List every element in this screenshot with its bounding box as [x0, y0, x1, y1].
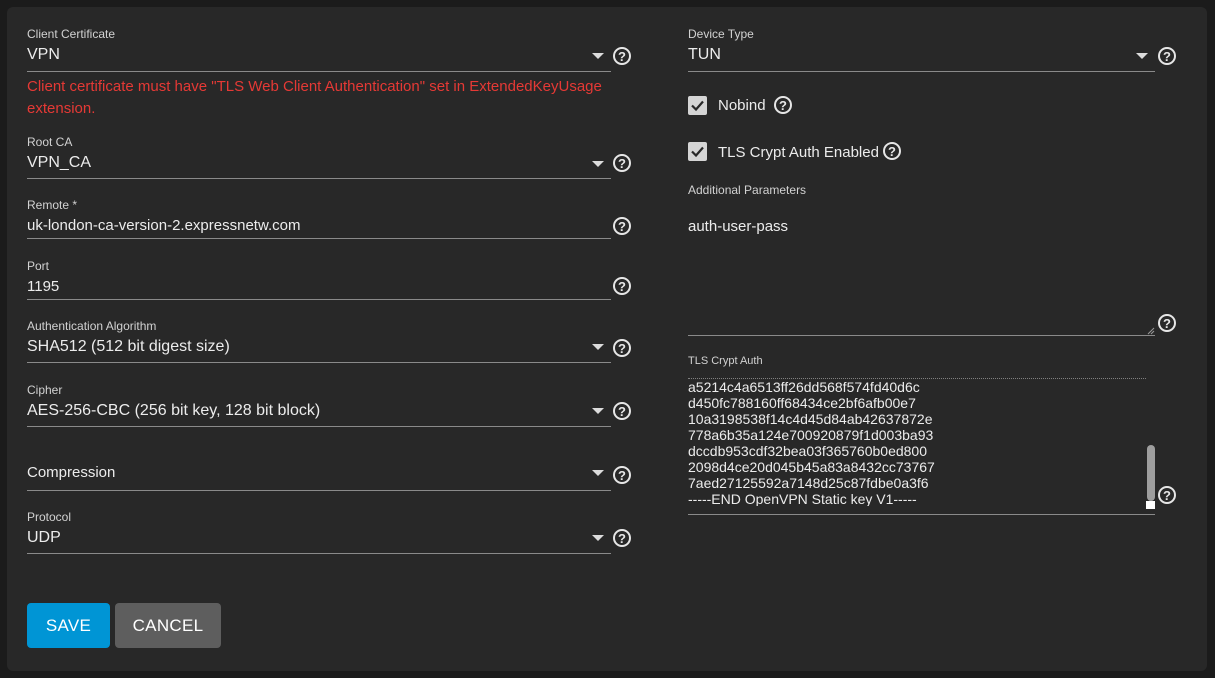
cipher-underline: [27, 426, 611, 427]
auth-algorithm-underline: [27, 362, 611, 363]
cipher-label: Cipher: [27, 383, 63, 397]
tls-crypt-auth-content: a5214c4a6513ff26dd568f574fd40d6c d450fc7…: [688, 367, 1146, 506]
tls-crypt-auth-textarea[interactable]: TLS Crypt Auth a5214c4a6513ff26dd568f574…: [688, 355, 1156, 515]
compression-select[interactable]: Compression: [27, 457, 612, 493]
key-line: -----END OpenVPN Static key V1-----: [688, 491, 917, 506]
remote-underline: [27, 238, 611, 239]
resize-handle-icon[interactable]: [1146, 501, 1155, 509]
key-line: d450fc788160ff68434ce2bf6afb00e7: [688, 395, 916, 411]
key-line: a5214c4a6513ff26dd568f574fd40d6c: [688, 379, 920, 395]
tls-crypt-auth-underline: [688, 514, 1155, 515]
checkmark-icon: [691, 100, 704, 112]
scrollbar-thumb[interactable]: [1147, 445, 1155, 501]
key-line: 778a6b35a124e700920879f1d003ba93: [688, 427, 934, 443]
remote-value: uk-london-ca-version-2.expressnetw.com: [27, 217, 301, 234]
key-line: 2098d4ce20d045b45a83a8432cc73767: [688, 459, 935, 475]
port-label: Port: [27, 259, 50, 273]
vpn-settings-card: Client Certificate VPN ? Client certific…: [7, 7, 1207, 671]
port-input[interactable]: Port 1195: [27, 259, 612, 303]
chevron-down-icon: [592, 470, 604, 476]
root-ca-value: VPN_CA: [27, 154, 92, 171]
tls-crypt-auth-enabled-checkbox[interactable]: [688, 142, 707, 161]
protocol-select[interactable]: Protocol UDP: [27, 510, 612, 556]
nobind-checkbox[interactable]: [688, 96, 707, 115]
tls-crypt-auth-enabled-label: TLS Crypt Auth Enabled: [718, 144, 879, 161]
key-line: 7aed27125592a7148d25c87fdbe0a3f6: [688, 475, 929, 491]
chevron-down-icon: [592, 408, 604, 414]
client-certificate-error: Client certificate must have "TLS Web Cl…: [27, 78, 602, 117]
help-icon[interactable]: ?: [1158, 314, 1176, 332]
chevron-down-icon: [1136, 53, 1148, 59]
help-icon[interactable]: ?: [613, 339, 631, 357]
help-icon[interactable]: ?: [1158, 47, 1176, 65]
help-icon[interactable]: ?: [613, 402, 631, 420]
compression-placeholder: Compression: [27, 464, 116, 481]
protocol-label: Protocol: [27, 510, 72, 524]
root-ca-label: Root CA: [27, 135, 73, 149]
cipher-select[interactable]: Cipher AES-256-CBC (256 bit key, 128 bit…: [27, 383, 612, 429]
port-underline: [27, 299, 611, 300]
help-icon[interactable]: ?: [613, 154, 631, 172]
root-ca-select[interactable]: Root CA VPN_CA: [27, 135, 612, 181]
tls-crypt-auth-lines: a5214c4a6513ff26dd568f574fd40d6c d450fc7…: [688, 379, 935, 506]
help-icon[interactable]: ?: [613, 277, 631, 295]
port-value: 1195: [27, 278, 60, 295]
client-certificate-underline: [27, 71, 611, 72]
checkmark-icon: [691, 146, 704, 158]
chevron-down-icon: [592, 535, 604, 541]
help-icon[interactable]: ?: [613, 466, 631, 484]
additional-parameters-label: Additional Parameters: [688, 183, 807, 197]
client-certificate-select[interactable]: Client Certificate VPN: [27, 27, 612, 73]
additional-parameters-underline: [688, 335, 1155, 336]
device-type-underline: [688, 71, 1155, 72]
auth-algorithm-select[interactable]: Authentication Algorithm SHA512 (512 bit…: [27, 319, 612, 365]
save-button[interactable]: SAVE: [27, 603, 110, 648]
compression-underline: [27, 490, 611, 491]
device-type-label: Device Type: [688, 27, 754, 41]
chevron-down-icon: [592, 344, 604, 350]
device-type-select[interactable]: Device Type TUN: [688, 27, 1156, 73]
client-certificate-label: Client Certificate: [27, 27, 116, 41]
additional-parameters-value: auth-user-pass: [688, 218, 789, 235]
auth-algorithm-value: SHA512 (512 bit digest size): [27, 338, 230, 355]
root-ca-underline: [27, 178, 611, 179]
nobind-label: Nobind: [718, 97, 766, 114]
chevron-down-icon: [592, 161, 604, 167]
protocol-value: UDP: [27, 529, 61, 546]
help-icon[interactable]: ?: [613, 217, 631, 235]
help-icon[interactable]: ?: [1158, 486, 1176, 504]
device-type-value: TUN: [688, 46, 721, 63]
cancel-button[interactable]: CANCEL: [115, 603, 221, 648]
resize-handle-icon[interactable]: [1147, 327, 1155, 335]
help-icon[interactable]: ?: [883, 142, 901, 160]
tls-crypt-auth-label: TLS Crypt Auth: [688, 355, 763, 367]
help-icon[interactable]: ?: [613, 47, 631, 65]
cipher-value: AES-256-CBC (256 bit key, 128 bit block): [27, 402, 321, 419]
client-certificate-value: VPN: [27, 46, 60, 63]
remote-label: Remote *: [27, 198, 78, 212]
protocol-underline: [27, 553, 611, 554]
chevron-down-icon: [592, 53, 604, 59]
key-line: 10a3198538f14c4d45d84ab42637872e: [688, 411, 933, 427]
auth-algorithm-label: Authentication Algorithm: [27, 319, 157, 333]
key-line: dccdb953cdf32bea03f365760b0ed800: [688, 443, 928, 459]
help-icon[interactable]: ?: [774, 96, 792, 114]
remote-input[interactable]: Remote * uk-london-ca-version-2.expressn…: [27, 198, 612, 242]
help-icon[interactable]: ?: [613, 529, 631, 547]
additional-parameters-textarea[interactable]: Additional Parameters auth-user-pass: [688, 183, 1156, 337]
